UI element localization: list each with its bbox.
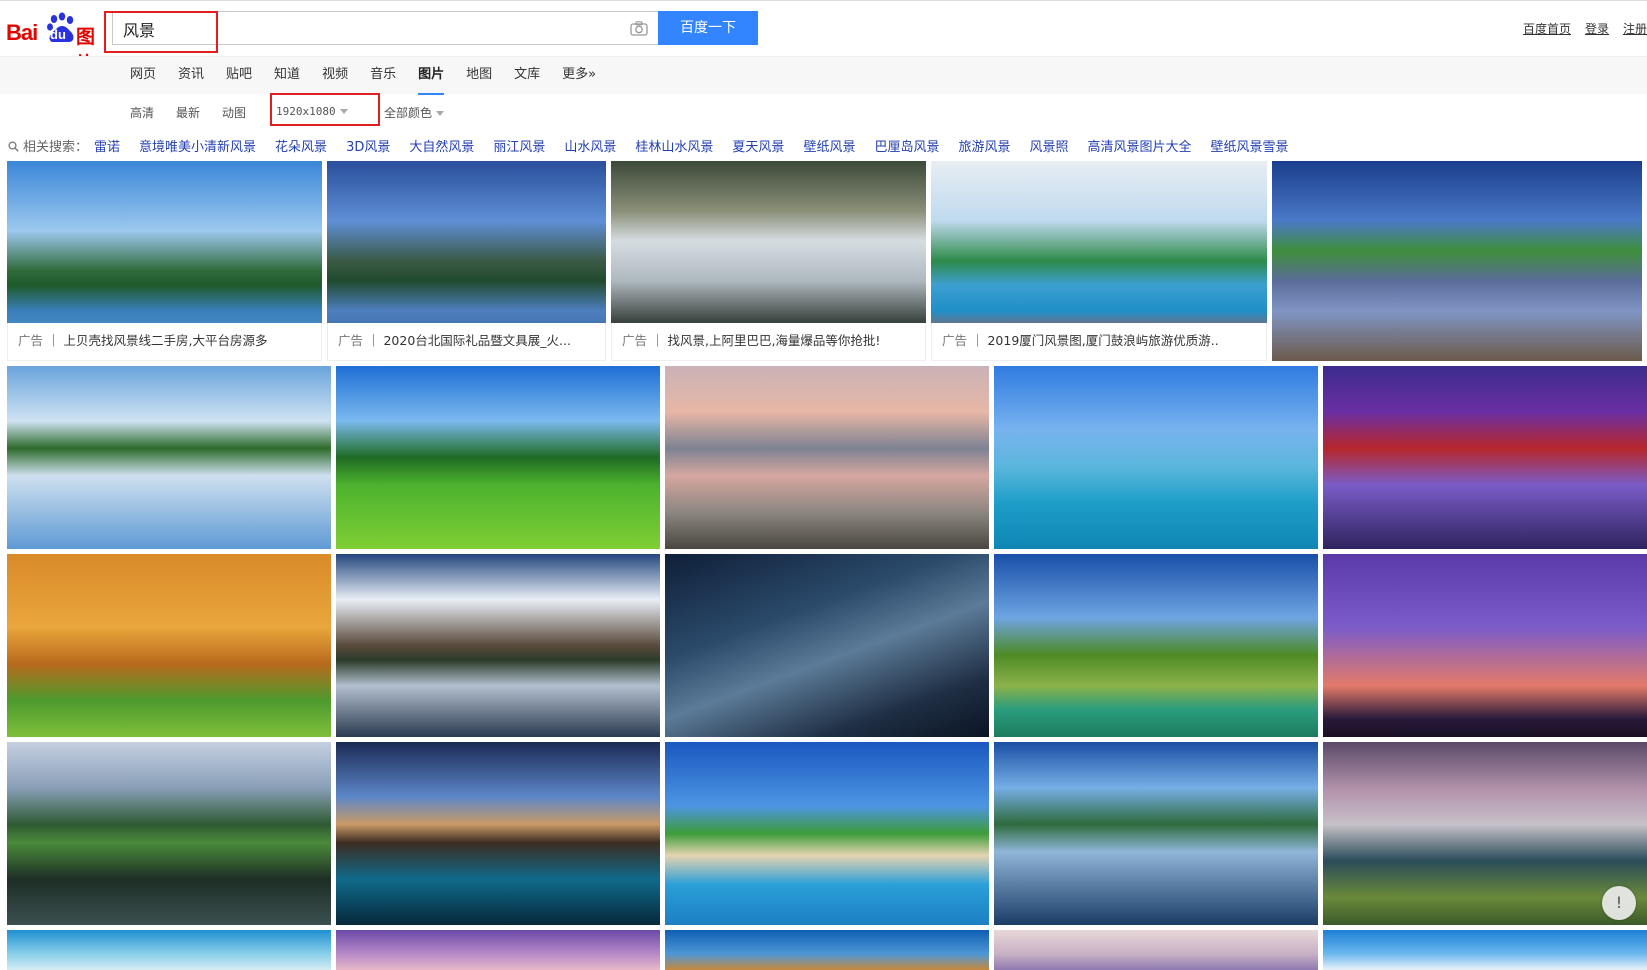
ad-text: 2019厦门风景图,厦门鼓浪屿旅游优质游.. [987, 333, 1219, 348]
ad-tag: 广告 [942, 333, 968, 348]
ad-caption[interactable]: 广告 ｜ 找风景,上阿里巴巴,海量爆品等你抢批! [611, 323, 926, 361]
related-term[interactable]: 花朵风景 [275, 140, 327, 155]
related-term[interactable]: 巴厘岛风景 [874, 140, 939, 155]
ad-text: 上贝壳找风景线二手房,大平台房源多 [63, 333, 268, 348]
image-thumbnail[interactable] [665, 930, 989, 970]
ad-text: 找风景,上阿里巴巴,海量爆品等你抢批! [667, 333, 881, 348]
image-thumbnail[interactable] [665, 366, 989, 549]
nav-bar: 网页 资讯 贴吧 知道 视频 音乐 图片 地图 文库 更多» [0, 56, 1647, 95]
filter-hd[interactable]: 高清 [130, 104, 154, 121]
image-thumbnail[interactable] [7, 930, 331, 970]
search-highlight-box [104, 11, 218, 53]
image-thumbnail[interactable] [994, 742, 1318, 925]
tab-web[interactable]: 网页 [130, 57, 156, 95]
ad-tag: 广告 [338, 333, 364, 348]
feedback-button[interactable]: ! [1602, 886, 1636, 920]
top-links: 百度首页 登录 注册 [1509, 20, 1647, 37]
image-thumbnail[interactable] [665, 554, 989, 737]
size-filter-highlight-box [270, 93, 380, 126]
tab-video[interactable]: 视频 [322, 57, 348, 95]
related-term[interactable]: 3D风景 [346, 140, 390, 155]
link-login[interactable]: 登录 [1585, 22, 1609, 36]
ad-tag: 广告 [622, 333, 648, 348]
image-thumbnail[interactable] [1323, 554, 1647, 737]
related-term[interactable]: 高清风景图片大全 [1088, 140, 1192, 155]
tab-music[interactable]: 音乐 [370, 57, 396, 95]
related-term[interactable]: 山水风景 [564, 140, 616, 155]
image-thumbnail[interactable] [1272, 161, 1642, 361]
filter-color[interactable]: 全部颜色 [384, 104, 445, 121]
filter-animated[interactable]: 动图 [222, 104, 246, 121]
related-searches: 相关搜索： 雷诺 意境唯美小清新风景 花朵风景 3D风景 大自然风景 丽江风景 山水风景 桂林山… [8, 136, 1308, 155]
image-thumbnail[interactable] [994, 554, 1318, 737]
link-register[interactable]: 注册 [1623, 22, 1647, 36]
chevron-down-icon [436, 111, 445, 116]
logo-bai: Bai [6, 20, 38, 45]
camera-icon[interactable] [630, 21, 648, 36]
tab-tieba[interactable]: 贴吧 [226, 57, 252, 95]
image-thumbnail[interactable] [336, 930, 660, 970]
ad-text: 2020台北国际礼品暨文具展_火... [383, 333, 571, 348]
ad-caption[interactable]: 广告 ｜ 2020台北国际礼品暨文具展_火... [327, 323, 606, 361]
image-thumbnail[interactable] [1323, 366, 1647, 549]
tab-more[interactable]: 更多» [562, 57, 596, 95]
ad-card[interactable]: 广告 ｜ 找风景,上阿里巴巴,海量爆品等你抢批! [611, 161, 926, 361]
related-term[interactable]: 夏天风景 [732, 140, 784, 155]
ad-caption[interactable]: 广告 ｜ 2019厦门风景图,厦门鼓浪屿旅游优质游.. [931, 323, 1267, 361]
image-thumbnail[interactable] [994, 930, 1318, 970]
image-thumbnail[interactable] [7, 554, 331, 737]
tab-map[interactable]: 地图 [466, 57, 492, 95]
image-thumbnail[interactable] [336, 366, 660, 549]
related-term[interactable]: 桂林山水风景 [635, 140, 713, 155]
baidu-image-logo[interactable]: Bai du 图片 [6, 8, 110, 75]
ad-caption[interactable]: 广告 ｜ 上贝壳找风景线二手房,大平台房源多 [7, 323, 322, 361]
image-thumbnail[interactable] [1323, 930, 1647, 970]
ad-tag: 广告 [18, 333, 44, 348]
image-thumbnail[interactable] [1323, 742, 1647, 925]
ad-card[interactable]: 广告 ｜ 2020台北国际礼品暨文具展_火... [327, 161, 606, 361]
tab-zhidao[interactable]: 知道 [274, 57, 300, 95]
filter-latest[interactable]: 最新 [176, 104, 200, 121]
image-thumbnail[interactable] [336, 554, 660, 737]
search-button[interactable]: 百度一下 [658, 11, 758, 45]
link-baidu-home[interactable]: 百度首页 [1523, 22, 1571, 36]
ad-card[interactable]: 广告 ｜ 2019厦门风景图,厦门鼓浪屿旅游优质游.. [931, 161, 1267, 361]
related-label: 相关搜索： [23, 140, 89, 155]
image-thumbnail[interactable] [7, 366, 331, 549]
related-term[interactable]: 旅游风景 [958, 140, 1010, 155]
image-thumbnail[interactable] [7, 742, 331, 925]
tab-news[interactable]: 资讯 [178, 57, 204, 95]
image-thumbnail[interactable] [994, 366, 1318, 549]
logo-du: du [50, 27, 66, 42]
ad-card[interactable]: 广告 ｜ 上贝壳找风景线二手房,大平台房源多 [7, 161, 322, 361]
related-term[interactable]: 壁纸风景雪景 [1211, 140, 1289, 155]
search-icon [8, 141, 19, 152]
related-term[interactable]: 意境唯美小清新风景 [139, 140, 256, 155]
tab-images[interactable]: 图片 [418, 57, 445, 95]
top-border [0, 0, 1647, 1]
nav-tabs: 网页 资讯 贴吧 知道 视频 音乐 图片 地图 文库 更多» [130, 57, 618, 95]
image-thumbnail[interactable] [665, 742, 989, 925]
related-term[interactable]: 壁纸风景 [803, 140, 855, 155]
related-term[interactable]: 风景照 [1029, 140, 1068, 155]
related-term[interactable]: 雷诺 [94, 140, 120, 155]
related-term[interactable]: 大自然风景 [409, 140, 474, 155]
related-term[interactable]: 丽江风景 [493, 140, 545, 155]
filter-color-value: 全部颜色 [384, 106, 433, 120]
image-thumbnail[interactable] [336, 742, 660, 925]
tab-wenku[interactable]: 文库 [514, 57, 540, 95]
